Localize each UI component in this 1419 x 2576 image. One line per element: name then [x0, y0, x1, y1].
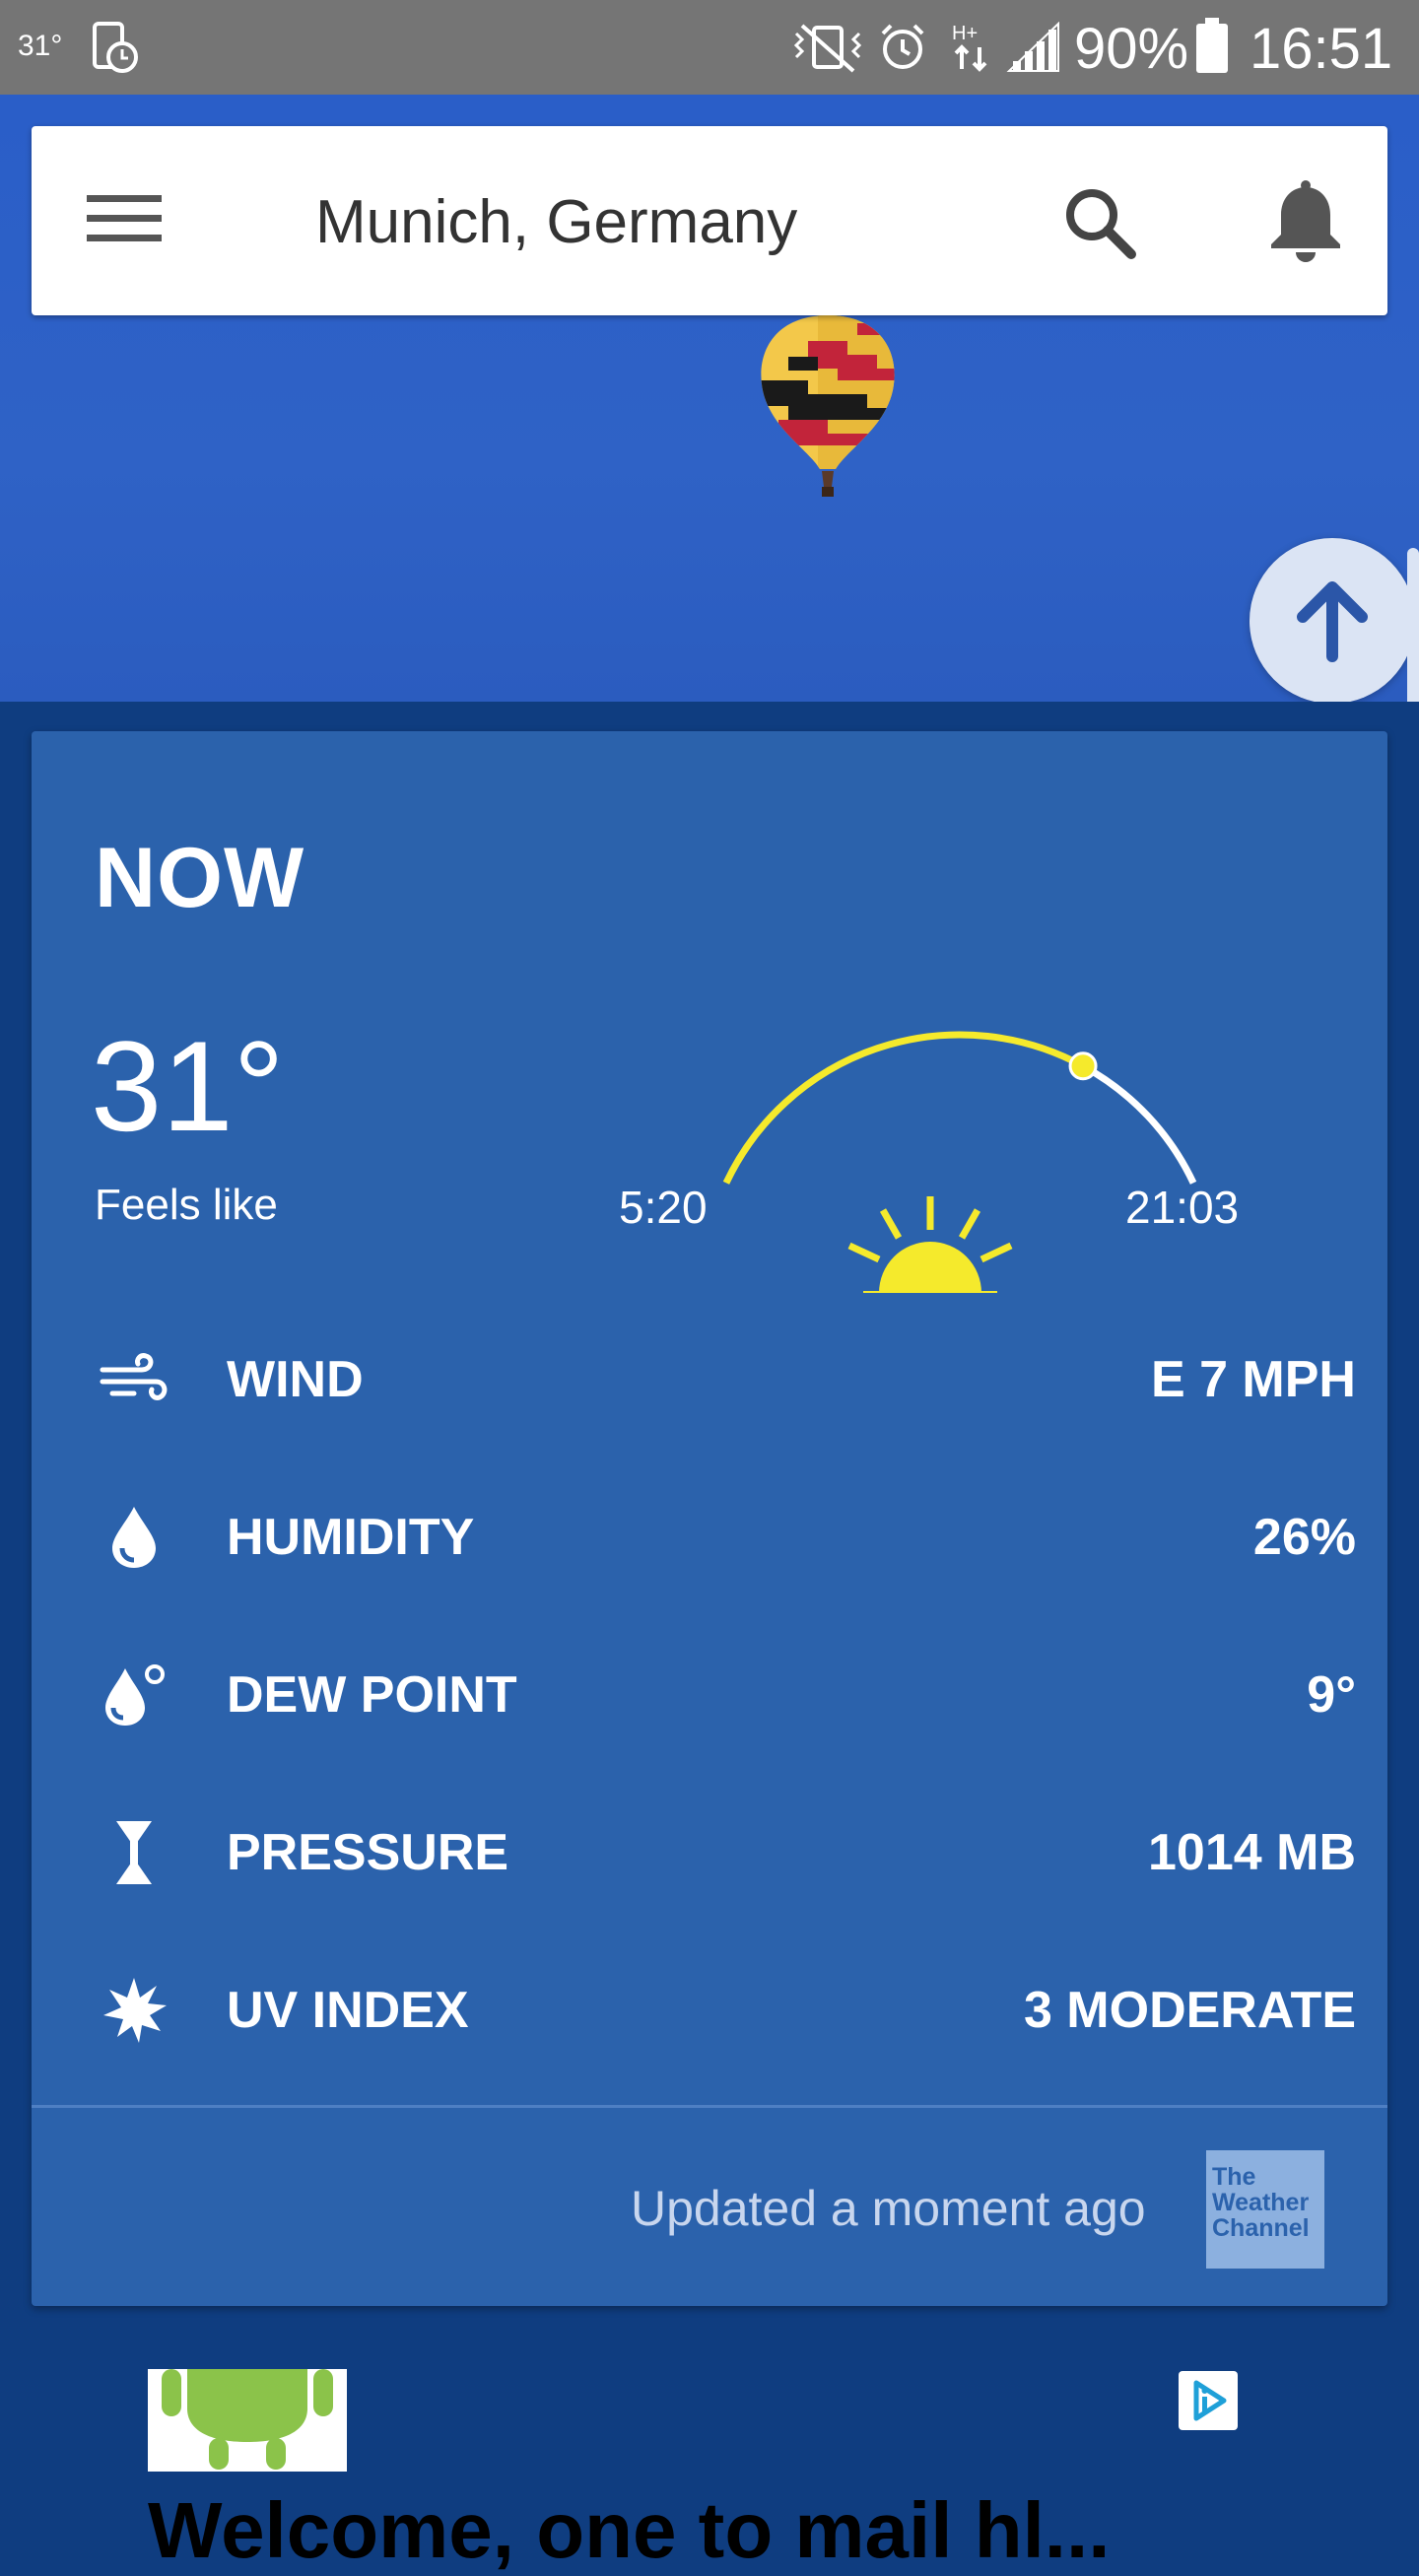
notification-bell-icon[interactable]	[1263, 179, 1348, 264]
vibrate-off-icon	[793, 24, 862, 73]
hot-air-balloon-image	[761, 315, 895, 497]
detail-value: 9°	[1307, 1666, 1356, 1724]
ad-headline[interactable]: Welcome, one to mail hl...	[148, 2485, 1110, 2576]
humidity-drop-icon	[95, 1498, 173, 1577]
menu-icon[interactable]	[87, 191, 168, 250]
screenshot-icon	[93, 22, 138, 73]
uv-sun-icon	[95, 1971, 173, 2050]
detail-label: DEW POINT	[227, 1666, 517, 1724]
detail-value: E 7 MPH	[1150, 1351, 1356, 1408]
detail-value: 1014 MB	[1148, 1824, 1356, 1881]
feels-like-label: Feels like	[95, 1181, 278, 1229]
wind-icon	[95, 1340, 173, 1419]
edge-panel-handle[interactable]	[1407, 548, 1419, 702]
status-time: 16:51	[1250, 17, 1393, 81]
current-conditions-card: NOW 31° Feels like 5:20 21:03 WIND E 7 M…	[32, 731, 1387, 2306]
status-temperature: 31°	[18, 30, 63, 62]
scroll-to-top-button[interactable]	[1250, 538, 1415, 702]
detail-row-wind: WIND E 7 MPH	[95, 1330, 1356, 1429]
svg-text:H+: H+	[952, 23, 978, 44]
search-icon[interactable]	[1060, 183, 1139, 262]
status-bar: 31° H+ 90% 16:51	[0, 0, 1419, 95]
data-arrows-icon: H+	[952, 23, 987, 72]
dew-point-icon	[95, 1656, 173, 1734]
pressure-icon	[95, 1813, 173, 1892]
battery-percent: 90%	[1074, 17, 1189, 81]
android-robot-icon	[148, 2369, 347, 2472]
detail-label: HUMIDITY	[227, 1509, 475, 1566]
arrow-up-icon	[1297, 581, 1368, 662]
detail-row-pressure: PRESSURE 1014 MB	[95, 1803, 1356, 1902]
sunrise-sun-icon	[847, 1196, 1013, 1293]
location-search-bar[interactable]: Munich, Germany	[32, 126, 1387, 315]
ad-android-image[interactable]	[148, 2369, 347, 2472]
detail-value: 26%	[1252, 1509, 1356, 1566]
location-title[interactable]: Munich, Germany	[315, 187, 797, 257]
weather-channel-logo[interactable]: The Weather Channel	[1206, 2150, 1324, 2269]
sun-arc-remaining	[1081, 1062, 1197, 1185]
detail-value: 3 MODERATE	[1023, 1982, 1356, 2039]
battery-icon	[1196, 18, 1228, 73]
sunset-time: 21:03	[1125, 1182, 1240, 1233]
detail-row-dew-point: DEW POINT 9°	[95, 1646, 1356, 1744]
alarm-icon	[881, 24, 924, 69]
sun-path-arc	[722, 1031, 1197, 1293]
card-divider	[32, 2105, 1387, 2108]
detail-label: UV INDEX	[227, 1982, 469, 2039]
current-temperature: 31°	[91, 1014, 285, 1158]
detail-row-humidity: HUMIDITY 26%	[95, 1488, 1356, 1587]
updated-timestamp: Updated a moment ago	[631, 2181, 1146, 2236]
sun-arc-elapsed	[722, 1031, 1085, 1185]
detail-label: WIND	[227, 1351, 364, 1408]
detail-row-uv-index: UV INDEX 3 MODERATE	[95, 1961, 1356, 2060]
signal-icon	[1006, 22, 1059, 72]
sunrise-time: 5:20	[619, 1182, 708, 1233]
section-title: NOW	[95, 831, 305, 925]
ad-choices-icon[interactable]	[1179, 2371, 1238, 2430]
detail-label: PRESSURE	[227, 1824, 509, 1881]
sun-position-marker	[1068, 1051, 1098, 1081]
